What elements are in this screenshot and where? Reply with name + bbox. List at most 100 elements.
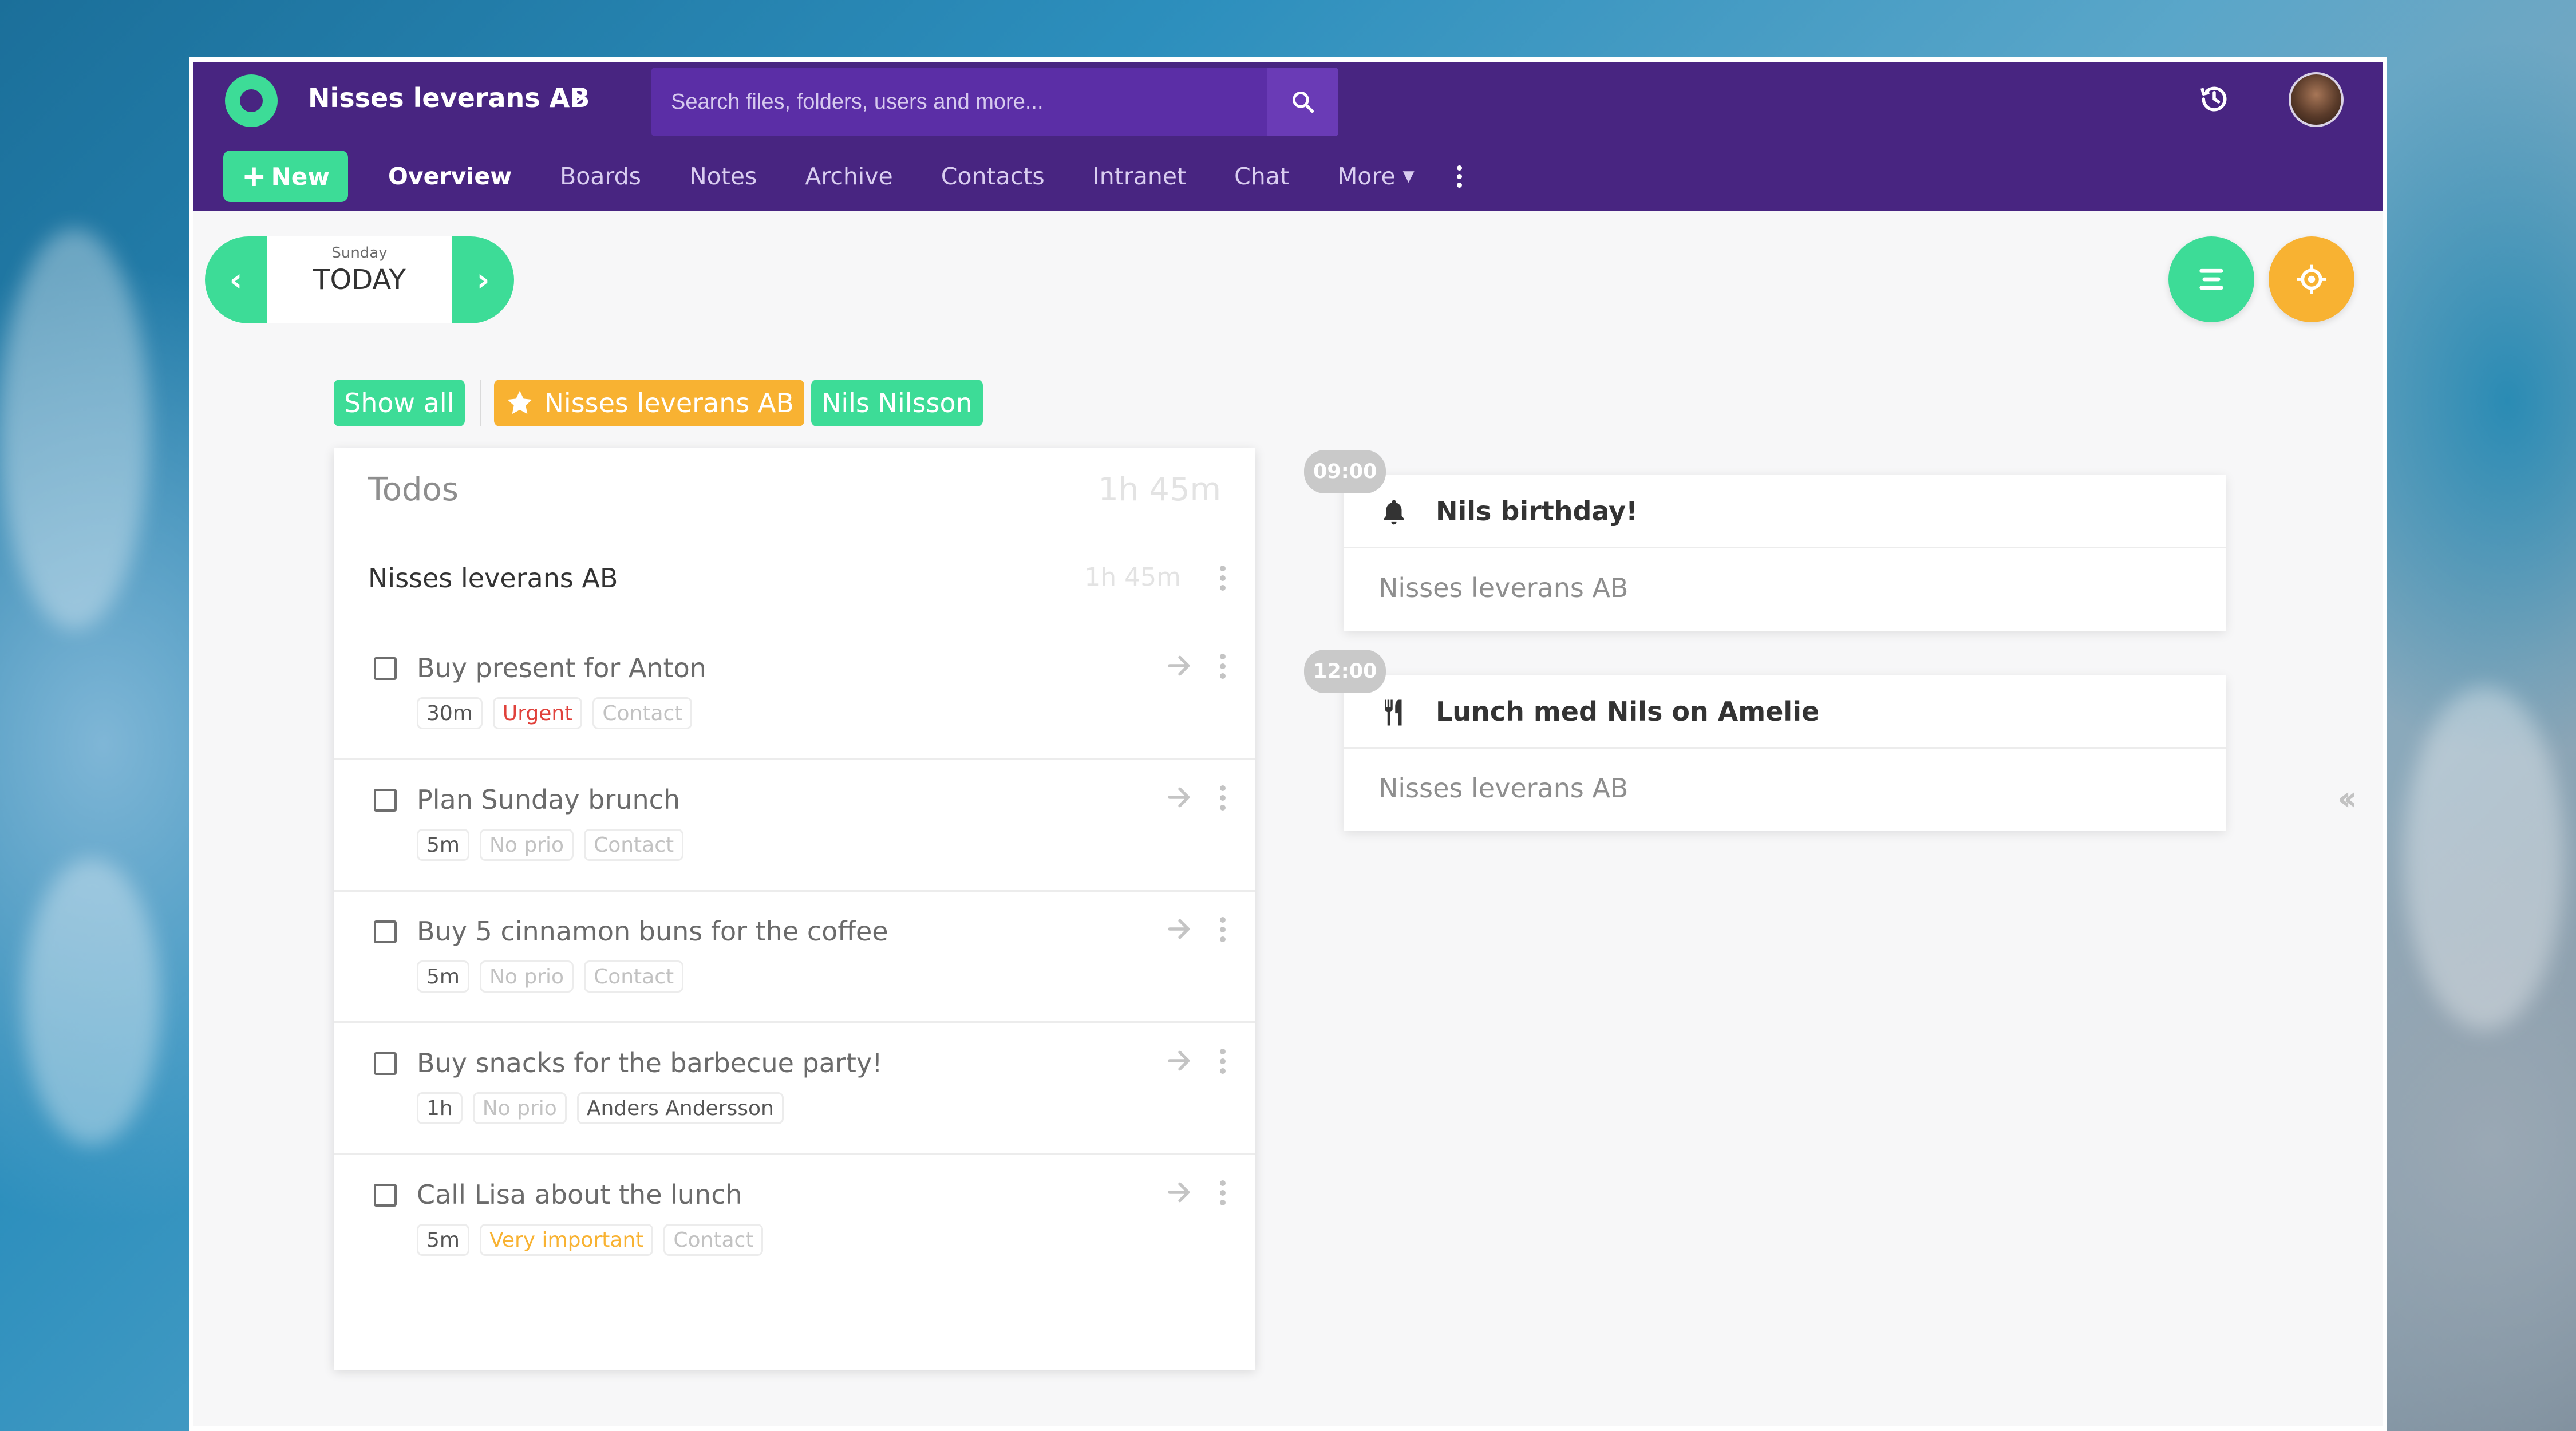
divider [479, 380, 481, 426]
nav-intranet[interactable]: Intranet [1093, 163, 1186, 190]
current-date[interactable]: Sunday TODAY [267, 236, 452, 323]
priority-tag[interactable]: No prio [479, 829, 574, 861]
todos-title: Todos [368, 471, 459, 508]
previous-day-button[interactable]: ‹ [205, 236, 267, 323]
todo-checkbox[interactable] [374, 1052, 397, 1075]
todo-item: Buy snacks for the barbecue party! 1h No… [334, 1023, 1255, 1155]
todo-tags: 5m No prio Contact [417, 960, 684, 993]
nav-archive[interactable]: Archive [805, 163, 892, 190]
chevron-right-icon[interactable]: › [574, 82, 584, 112]
duration-tag[interactable]: 5m [417, 829, 469, 861]
todos-card: Todos 1h 45m Nisses leverans AB 1h 45m B… [334, 448, 1255, 1370]
kebab-menu-icon[interactable] [1456, 165, 1462, 188]
company-filter-label: Nisses leverans AB [544, 388, 794, 418]
avatar[interactable] [2289, 72, 2344, 127]
event-card[interactable]: Lunch med Nils on Amelie Nisses leverans… [1344, 675, 2226, 831]
search-button[interactable] [1267, 68, 1338, 136]
contact-tag[interactable]: Contact [592, 697, 693, 729]
nav-chat[interactable]: Chat [1234, 163, 1289, 190]
todo-text[interactable]: Buy snacks for the barbecue party! [417, 1047, 883, 1078]
company-filter-chip[interactable]: Nisses leverans AB [493, 380, 804, 426]
contact-tag[interactable]: Contact [663, 1224, 764, 1256]
event-title: Nils birthday! [1436, 496, 1638, 527]
logo-icon[interactable] [225, 74, 278, 127]
plus-icon: + [242, 159, 267, 193]
arrow-right-icon[interactable] [1164, 782, 1195, 813]
event-organization: Nisses leverans AB [1378, 572, 1629, 603]
todo-menu-icon[interactable] [1220, 917, 1226, 942]
todo-text[interactable]: Buy present for Anton [417, 653, 706, 683]
todo-item: Plan Sunday brunch 5m No prio Contact [334, 760, 1255, 892]
bell-icon [1384, 500, 1404, 525]
locate-button[interactable] [2269, 236, 2354, 322]
todo-text[interactable]: Buy 5 cinnamon buns for the coffee [417, 916, 888, 947]
caret-down-icon: ▼ [1402, 168, 1415, 185]
priority-tag[interactable]: No prio [472, 1092, 567, 1124]
event-card[interactable]: Nils birthday! Nisses leverans AB [1344, 475, 2226, 631]
chevron-left-icon: ‹ [229, 261, 243, 299]
double-chevron-left-icon[interactable]: ‹‹ [2337, 778, 2358, 819]
duration-tag[interactable]: 5m [417, 960, 469, 993]
next-day-button[interactable]: › [452, 236, 514, 323]
contact-tag[interactable]: Contact [584, 960, 684, 993]
todo-checkbox[interactable] [374, 657, 397, 680]
org-switcher[interactable]: Nisses leverans AB [308, 82, 590, 113]
event-header: Nils birthday! [1344, 475, 2226, 548]
contact-tag[interactable]: Contact [584, 829, 684, 861]
todo-checkbox[interactable] [374, 1184, 397, 1207]
contact-tag[interactable]: Anders Andersson [576, 1092, 784, 1124]
search-input[interactable] [651, 68, 1264, 136]
duration-tag[interactable]: 1h [417, 1092, 463, 1124]
new-button[interactable]: + New [223, 151, 349, 202]
priority-tag[interactable]: No prio [479, 960, 574, 993]
todo-tags: 5m No prio Contact [417, 829, 684, 861]
nav-boards[interactable]: Boards [560, 163, 641, 190]
event-time-badge: 12:00 [1304, 650, 1386, 693]
todo-text[interactable]: Call Lisa about the lunch [417, 1179, 742, 1210]
arrow-right-icon[interactable] [1164, 914, 1195, 944]
main-nav: + New Overview Boards Notes Archive Cont… [223, 151, 1462, 202]
todo-group-title: Nisses leverans AB [368, 563, 618, 594]
list-icon [2199, 268, 2223, 290]
history-icon[interactable] [2197, 82, 2231, 118]
app-window: Nisses leverans AB › + New [189, 57, 2387, 1431]
arrow-right-icon[interactable] [1164, 650, 1195, 681]
todo-menu-icon[interactable] [1220, 785, 1226, 811]
nav-contacts[interactable]: Contacts [941, 163, 1045, 190]
duration-tag[interactable]: 30m [417, 697, 483, 729]
todo-checkbox[interactable] [374, 920, 397, 943]
nav-more-dropdown[interactable]: More ▼ [1337, 163, 1415, 190]
event-header: Lunch med Nils on Amelie [1344, 675, 2226, 749]
crosshair-icon [2297, 264, 2326, 294]
search-icon [1292, 92, 1314, 113]
todo-list: Buy present for Anton 30m Urgent Contact… [334, 628, 1255, 1287]
priority-tag[interactable]: Urgent [492, 697, 583, 729]
todo-item: Buy 5 cinnamon buns for the coffee 5m No… [334, 892, 1255, 1023]
todo-menu-icon[interactable] [1220, 654, 1226, 679]
todo-tags: 5m Very important Contact [417, 1224, 764, 1256]
filter-chips: Show all Nisses leverans AB Nils Nilsson [334, 380, 983, 426]
arrow-right-icon[interactable] [1164, 1177, 1195, 1208]
nav-overview[interactable]: Overview [388, 163, 512, 190]
group-menu-icon[interactable] [1220, 566, 1226, 591]
todo-tags: 30m Urgent Contact [417, 697, 693, 729]
duration-tag[interactable]: 5m [417, 1224, 469, 1256]
todo-checkbox[interactable] [374, 789, 397, 812]
todo-menu-icon[interactable] [1220, 1049, 1226, 1074]
date-weekday: Sunday [331, 244, 388, 262]
arrow-right-icon[interactable] [1164, 1045, 1195, 1076]
new-button-label: New [271, 162, 330, 191]
search-bar [651, 68, 1338, 136]
date-navigator: ‹ Sunday TODAY › [205, 236, 514, 323]
priority-tag[interactable]: Very important [479, 1224, 654, 1256]
todo-text[interactable]: Plan Sunday brunch [417, 784, 680, 815]
todo-menu-icon[interactable] [1220, 1180, 1226, 1205]
nav-notes[interactable]: Notes [689, 163, 757, 190]
list-view-button[interactable] [2168, 236, 2254, 322]
todo-item: Buy present for Anton 30m Urgent Contact [334, 628, 1255, 760]
person-filter-chip[interactable]: Nils Nilsson [811, 380, 983, 426]
show-all-chip[interactable]: Show all [334, 380, 465, 426]
nav-more-label: More [1337, 163, 1396, 190]
todo-group-total: 1h 45m [1084, 563, 1181, 592]
todo-item: Call Lisa about the lunch 5m Very import… [334, 1155, 1255, 1287]
